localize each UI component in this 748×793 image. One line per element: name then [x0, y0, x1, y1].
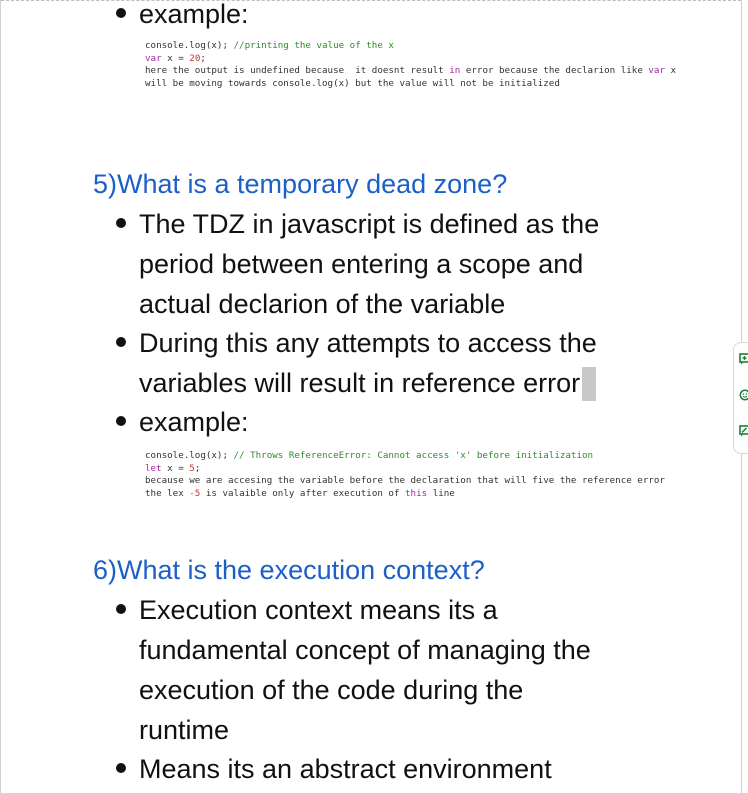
- code-block-4: console.log(x); //printing the value of …: [145, 40, 677, 89]
- bullet-dot: [116, 416, 126, 426]
- add-comment-icon[interactable]: [737, 353, 748, 367]
- heading-section-5: 5)What is a temporary dead zone?: [93, 169, 508, 199]
- text-cursor: [582, 367, 597, 401]
- bullet-dot: [116, 218, 126, 228]
- code-block-5: console.log(x); // Throws ReferenceError…: [145, 450, 665, 499]
- side-actions-toolbar: [733, 342, 748, 454]
- bullet-dot: [116, 337, 126, 347]
- bullet-dot: [116, 763, 126, 773]
- page-break-line: [1, 0, 741, 1]
- suggest-edit-icon[interactable]: [737, 425, 748, 439]
- emoji-icon[interactable]: [737, 389, 748, 403]
- document-page: example: console.log(x); //printing the …: [0, 0, 742, 793]
- bullet-dot: [116, 8, 126, 18]
- heading-section-6: 6)What is the execution context?: [93, 555, 485, 585]
- text-line-with-cursor[interactable]: variables will result in reference error: [139, 363, 597, 403]
- bullet-dot: [116, 604, 126, 614]
